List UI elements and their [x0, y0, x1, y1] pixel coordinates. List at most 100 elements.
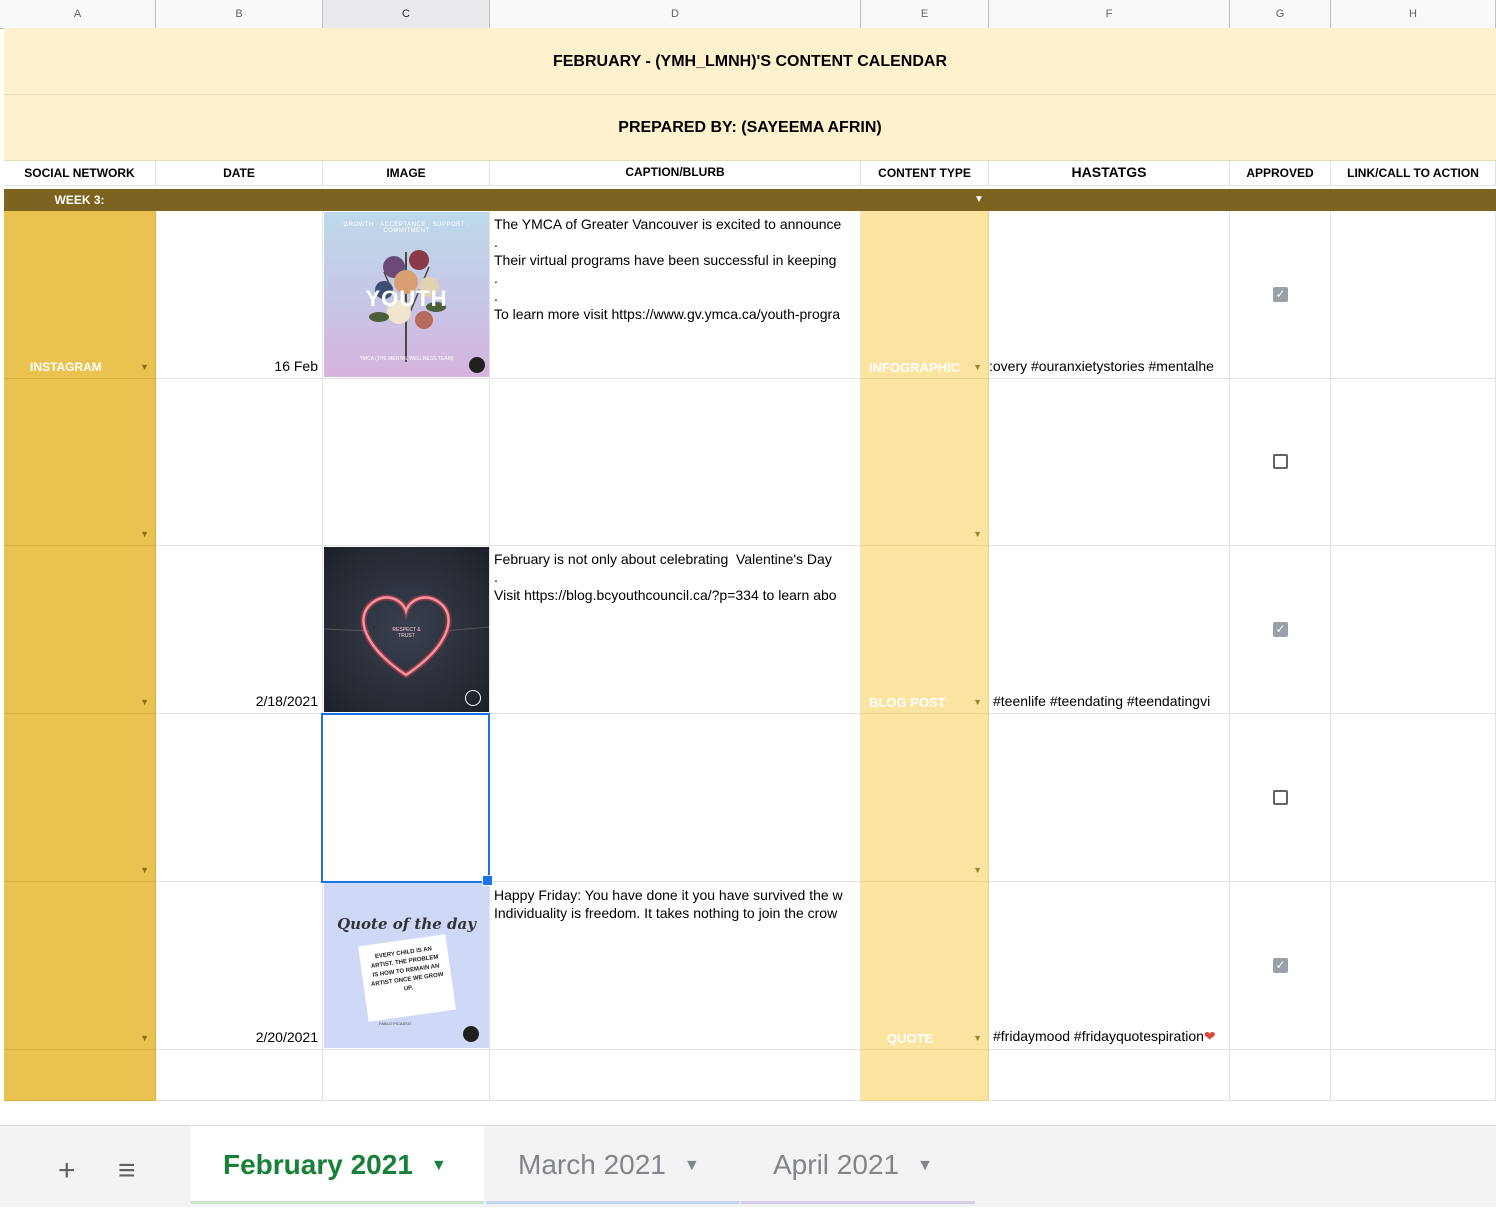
- row6-content-type-cell[interactable]: [861, 1050, 989, 1101]
- row2-network-cell[interactable]: ▼: [4, 379, 156, 546]
- chevron-down-icon[interactable]: ▼: [431, 1157, 447, 1174]
- header-image[interactable]: IMAGE: [323, 161, 490, 186]
- row5-content-type-cell[interactable]: QUOTE ▼: [861, 882, 989, 1050]
- header-approved[interactable]: APPROVED: [1230, 161, 1331, 186]
- row6-link-cell[interactable]: [1331, 1050, 1496, 1101]
- row6-caption-cell[interactable]: [490, 1050, 861, 1101]
- dropdown-arrow-icon[interactable]: ▼: [973, 1033, 982, 1043]
- row3-image-cell[interactable]: RESPECT & TRUST: [323, 546, 490, 714]
- quote-of-the-day-image[interactable]: Quote of the day EVERY CHILD IS AN ARTIS…: [324, 883, 489, 1048]
- row4-date-cell[interactable]: [156, 714, 323, 882]
- approved-checkbox[interactable]: ✓: [1273, 622, 1288, 637]
- row1-link-cell[interactable]: [1331, 211, 1496, 379]
- header-caption[interactable]: CAPTION/BLURB: [490, 161, 861, 186]
- date-value: 2/18/2021: [255, 693, 318, 709]
- row6-approved-cell[interactable]: [1230, 1050, 1331, 1101]
- column-header-f[interactable]: F: [989, 0, 1230, 28]
- neon-heart-image[interactable]: RESPECT & TRUST: [324, 547, 489, 712]
- dropdown-arrow-icon[interactable]: ▼: [973, 362, 982, 372]
- header-hashtags[interactable]: HASTATGS: [989, 161, 1230, 186]
- column-header-h[interactable]: H: [1331, 0, 1496, 28]
- row4-network-cell[interactable]: ▼: [4, 714, 156, 882]
- column-header-c[interactable]: C: [323, 0, 490, 28]
- tab-april-2021[interactable]: April 2021 ▼: [741, 1126, 975, 1204]
- column-header-b[interactable]: B: [156, 0, 323, 28]
- row1-image-cell[interactable]: GROWTH · ACCEPTANCE · SUPPORT · COMMITME…: [323, 211, 490, 379]
- dropdown-arrow-icon[interactable]: ▼: [140, 362, 149, 372]
- row4-link-cell[interactable]: [1331, 714, 1496, 882]
- row3-content-type-cell[interactable]: BLOG POST ▼: [861, 546, 989, 714]
- chevron-down-icon[interactable]: ▼: [917, 1157, 933, 1174]
- active-cell-selection[interactable]: [321, 713, 490, 883]
- approved-checkbox[interactable]: ✓: [1273, 958, 1288, 973]
- brand-logo-icon: [463, 1026, 479, 1042]
- row1-hashtags-cell[interactable]: :overy #ouranxietystories #mentalhe: [989, 211, 1230, 379]
- tab-march-2021[interactable]: March 2021 ▼: [486, 1126, 740, 1204]
- row2-caption-cell[interactable]: [490, 379, 861, 546]
- content-type-label: BLOG POST: [869, 695, 946, 710]
- week-bar[interactable]: WEEK 3: ▼: [4, 189, 1496, 211]
- row4-content-type-cell[interactable]: ▼: [861, 714, 989, 882]
- column-header-a[interactable]: A: [0, 0, 156, 28]
- header-date[interactable]: DATE: [156, 161, 323, 186]
- row5-date-cell[interactable]: 2/20/2021: [156, 882, 323, 1050]
- dropdown-arrow-icon[interactable]: ▼: [140, 697, 149, 707]
- row3-date-cell[interactable]: 2/18/2021: [156, 546, 323, 714]
- header-row: SOCIAL NETWORK DATE IMAGE CAPTION/BLURB …: [4, 161, 1496, 186]
- row3-link-cell[interactable]: [1331, 546, 1496, 714]
- row3-hashtags-cell[interactable]: #teenlife #teendating #teendatingvi: [989, 546, 1230, 714]
- approved-checkbox[interactable]: [1273, 454, 1288, 469]
- row6-network-cell[interactable]: [4, 1050, 156, 1101]
- row4-caption-cell[interactable]: [490, 714, 861, 882]
- header-link[interactable]: LINK/CALL TO ACTION: [1331, 161, 1496, 186]
- row3-caption-cell[interactable]: February is not only about celebrating V…: [490, 546, 861, 714]
- column-header-g[interactable]: G: [1230, 0, 1331, 28]
- row1-content-type-cell[interactable]: INFOGRAPHIC ▼: [861, 211, 989, 379]
- row5-link-cell[interactable]: [1331, 882, 1496, 1050]
- column-header-e[interactable]: E: [861, 0, 989, 28]
- sheet-title[interactable]: FEBRUARY - (YMH_LMNH)'S CONTENT CALENDAR: [4, 28, 1496, 95]
- dropdown-arrow-icon[interactable]: ▼: [140, 865, 149, 875]
- row6-image-cell[interactable]: [323, 1050, 490, 1101]
- plus-icon[interactable]: +: [58, 1154, 76, 1188]
- header-content-type[interactable]: CONTENT TYPE: [861, 161, 989, 186]
- row2-hashtags-cell[interactable]: [989, 379, 1230, 546]
- row2-image-cell[interactable]: [323, 379, 490, 546]
- quote-title: Quote of the day: [337, 915, 476, 933]
- dropdown-arrow-icon[interactable]: ▼: [973, 865, 982, 875]
- row2-date-cell[interactable]: [156, 379, 323, 546]
- brand-logo-icon: [465, 690, 481, 706]
- approved-checkbox[interactable]: [1273, 790, 1288, 805]
- youth-infographic-image[interactable]: GROWTH · ACCEPTANCE · SUPPORT · COMMITME…: [324, 212, 489, 377]
- row3-network-cell[interactable]: ▼: [4, 546, 156, 714]
- prepared-by[interactable]: PREPARED BY: (SAYEEMA AFRIN): [4, 95, 1496, 161]
- row2-link-cell[interactable]: [1331, 379, 1496, 546]
- date-value: 16 Feb: [274, 358, 318, 374]
- row5-network-cell[interactable]: ▼: [4, 882, 156, 1050]
- row2-content-type-cell[interactable]: ▼: [861, 379, 989, 546]
- header-social-network[interactable]: SOCIAL NETWORK: [4, 161, 156, 186]
- row1-network-cell[interactable]: INSTAGRAM ▼: [4, 211, 156, 379]
- dropdown-arrow-icon[interactable]: ▼: [140, 1033, 149, 1043]
- tab-february-2021[interactable]: February 2021 ▼: [191, 1126, 484, 1204]
- row5-hashtags-cell[interactable]: #fridaymood #fridayquotespiration❤: [989, 882, 1230, 1050]
- dropdown-arrow-icon[interactable]: ▼: [140, 529, 149, 539]
- row2-approved-cell: [1230, 379, 1331, 546]
- row6-date-cell[interactable]: [156, 1050, 323, 1101]
- row6-hashtags-cell[interactable]: [989, 1050, 1230, 1101]
- dropdown-arrow-icon[interactable]: ▼: [973, 697, 982, 707]
- dropdown-arrow-icon[interactable]: ▼: [973, 529, 982, 539]
- row1-date-cell[interactable]: 16 Feb: [156, 211, 323, 379]
- column-header-d[interactable]: D: [490, 0, 861, 28]
- row5-caption-cell[interactable]: Happy Friday: You have done it you have …: [490, 882, 861, 1050]
- chevron-down-icon[interactable]: ▼: [684, 1157, 700, 1174]
- list-icon[interactable]: ≡: [118, 1154, 136, 1188]
- row1-caption-cell[interactable]: The YMCA of Greater Vancouver is excited…: [490, 211, 861, 379]
- content-type-label: QUOTE: [887, 1031, 934, 1046]
- heart-emoji-icon: ❤: [1203, 1028, 1216, 1044]
- fill-handle[interactable]: [482, 875, 493, 886]
- dropdown-arrow-icon[interactable]: ▼: [974, 189, 984, 211]
- row5-image-cell[interactable]: Quote of the day EVERY CHILD IS AN ARTIS…: [323, 882, 490, 1050]
- row4-hashtags-cell[interactable]: [989, 714, 1230, 882]
- approved-checkbox[interactable]: ✓: [1273, 287, 1288, 302]
